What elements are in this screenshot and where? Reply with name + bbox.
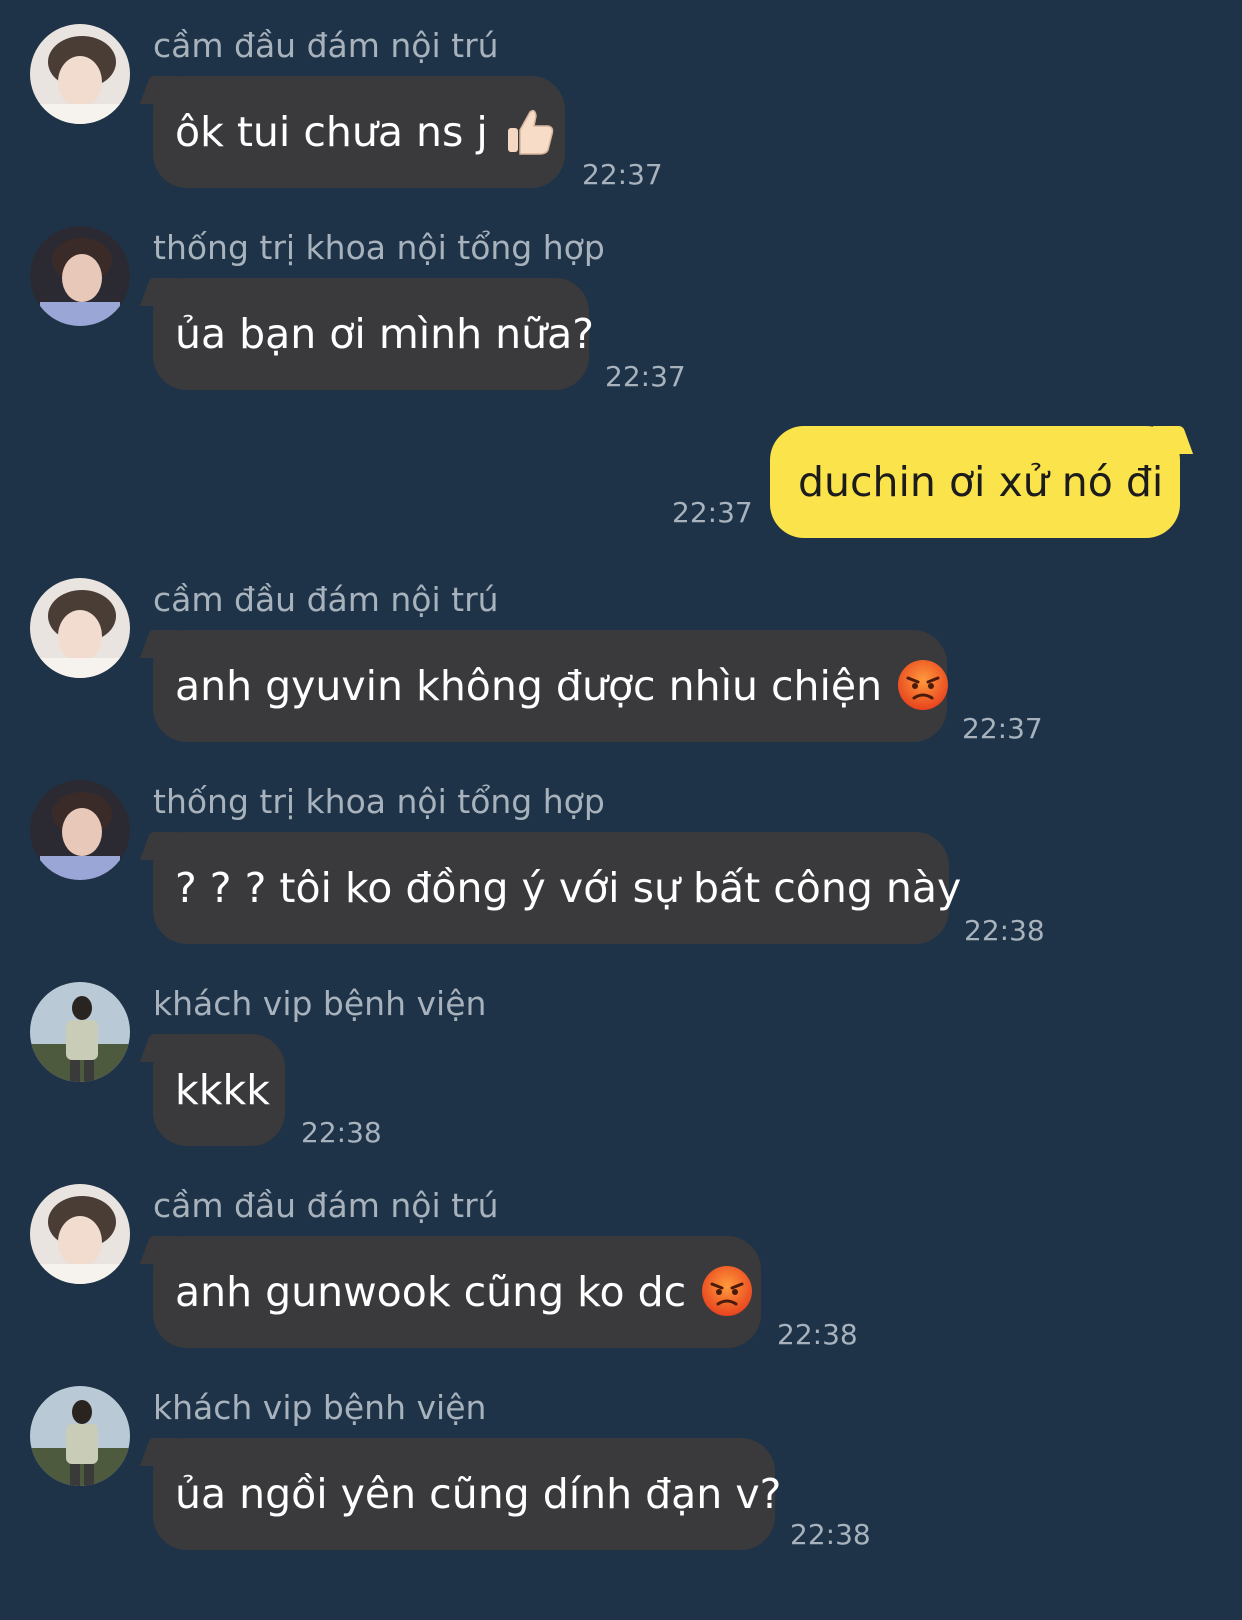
sender-name: khách vip bệnh viện	[153, 1388, 487, 1427]
avatar-photo-7	[30, 1386, 130, 1486]
message-text: ủa ngồi yên cũng dính đạn v?	[175, 1470, 782, 1518]
avatar[interactable]	[30, 1184, 130, 1284]
sender-name: cầm đầu đám nội trú	[153, 580, 499, 619]
message-text: kkkk	[175, 1066, 270, 1114]
avatar-photo-4	[30, 780, 130, 880]
avatar[interactable]	[30, 24, 130, 124]
message-bubble[interactable]: ôk tui chưa ns j	[153, 76, 565, 188]
avatar[interactable]	[30, 780, 130, 880]
message-bubble-outgoing[interactable]: duchin ơi xử nó đi	[770, 426, 1180, 538]
message-bubble[interactable]: anh gyuvin không được nhìu chiện	[153, 630, 950, 742]
avatar[interactable]	[30, 1386, 130, 1486]
sender-name: cầm đầu đám nội trú	[153, 26, 499, 65]
avatar[interactable]	[30, 226, 130, 326]
chat-view[interactable]: cầm đầu đám nội trú ôk tui chưa ns j 22:…	[0, 0, 1242, 1620]
sender-name: khách vip bệnh viện	[153, 984, 487, 1023]
angry-face-emoji-icon	[700, 1264, 754, 1318]
avatar-photo-1	[30, 24, 130, 124]
avatar-photo-5	[30, 982, 130, 1082]
message-time: 22:37	[962, 712, 1043, 745]
avatar-photo-3	[30, 578, 130, 678]
message-text: anh gunwook cũng ko dc	[175, 1268, 687, 1316]
message-bubble[interactable]: anh gunwook cũng ko dc	[153, 1236, 761, 1348]
sender-name: thống trị khoa nội tổng hợp	[153, 228, 605, 267]
message-time: 22:38	[790, 1518, 871, 1551]
message-time: 22:38	[301, 1116, 382, 1149]
sender-name: cầm đầu đám nội trú	[153, 1186, 499, 1225]
message-bubble[interactable]: ủa ngồi yên cũng dính đạn v?	[153, 1438, 781, 1550]
message-text: duchin ơi xử nó đi	[798, 458, 1164, 506]
message-text: ? ? ? tôi ko đồng ý với sự bất công này	[175, 864, 962, 912]
message-time: 22:37	[672, 496, 753, 529]
message-time: 22:37	[605, 360, 686, 393]
message-bubble[interactable]: ủa bạn ơi mình nữa?	[153, 278, 594, 390]
message-text: anh gyuvin không được nhìu chiện	[175, 662, 883, 710]
message-time: 22:38	[777, 1318, 858, 1351]
avatar-photo-2	[30, 226, 130, 326]
avatar[interactable]	[30, 578, 130, 678]
message-bubble[interactable]: kkkk	[153, 1034, 285, 1146]
thumbs-up-emoji-icon	[502, 104, 556, 158]
message-time: 22:37	[582, 158, 663, 191]
sender-name: thống trị khoa nội tổng hợp	[153, 782, 605, 821]
avatar-photo-6	[30, 1184, 130, 1284]
message-time: 22:38	[964, 914, 1045, 947]
avatar[interactable]	[30, 982, 130, 1082]
angry-face-emoji-icon	[896, 658, 950, 712]
message-bubble[interactable]: ? ? ? tôi ko đồng ý với sự bất công này	[153, 832, 961, 944]
message-text: ôk tui chưa ns j	[175, 108, 488, 156]
message-text: ủa bạn ơi mình nữa?	[175, 310, 595, 358]
